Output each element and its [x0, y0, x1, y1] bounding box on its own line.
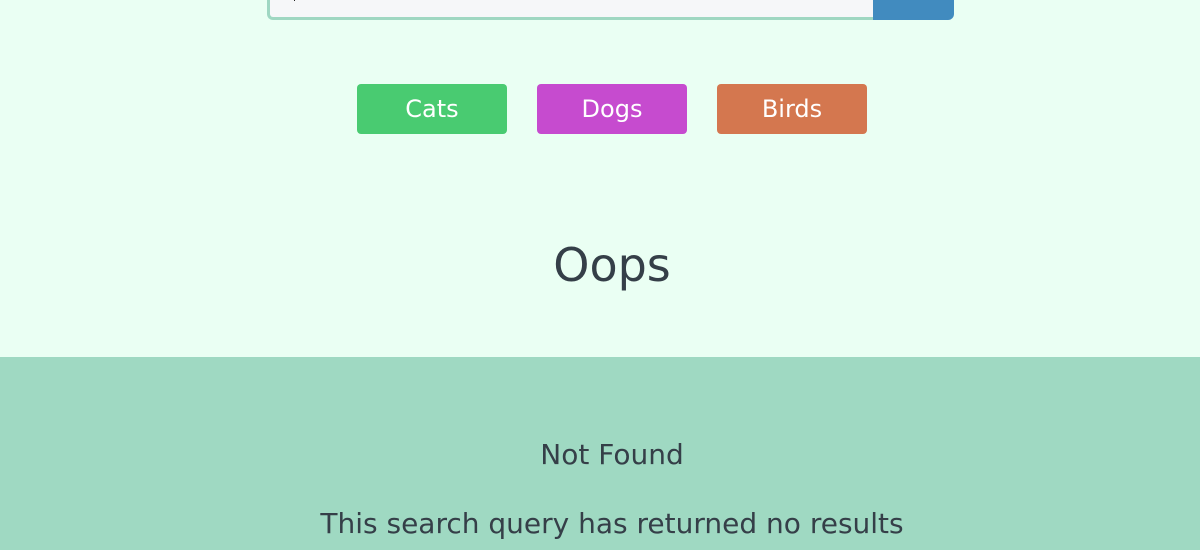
search-input[interactable]	[267, 0, 873, 20]
category-button-birds[interactable]: Birds	[717, 84, 867, 134]
text-cursor	[294, 0, 295, 1]
error-heading: Oops	[553, 238, 671, 292]
no-results-message: This search query has returned no result…	[320, 507, 904, 540]
category-button-dogs[interactable]: Dogs	[537, 84, 687, 134]
category-filter-group: Cats Dogs Birds	[357, 84, 867, 134]
search-button[interactable]	[873, 0, 954, 20]
not-found-title: Not Found	[540, 438, 684, 471]
search-bar	[267, 0, 957, 20]
result-panel: Not Found This search query has returned…	[0, 357, 1200, 550]
category-button-cats[interactable]: Cats	[357, 84, 507, 134]
